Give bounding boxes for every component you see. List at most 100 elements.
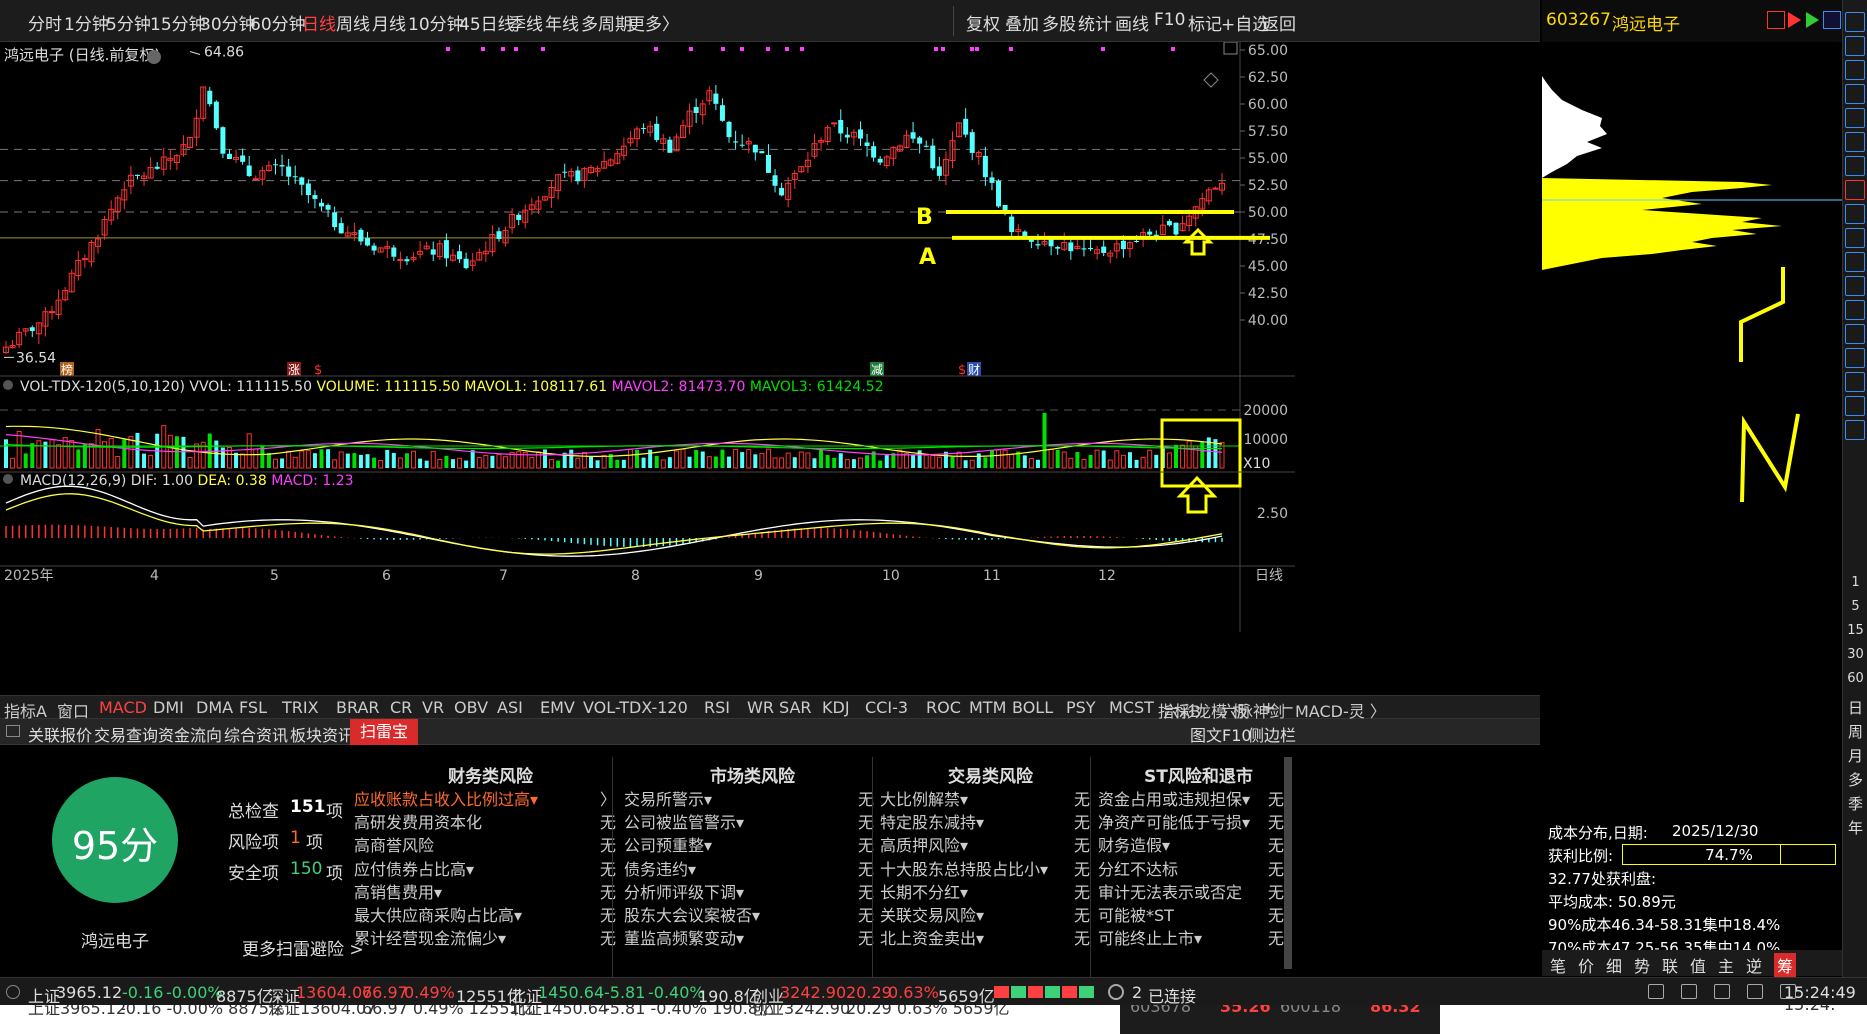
cost-tab-2[interactable]: 细: [1606, 953, 1622, 977]
period-9[interactable]: 10分钟: [408, 10, 464, 35]
f10-icon[interactable]: [1845, 204, 1865, 224]
period-3[interactable]: 15分钟: [150, 10, 206, 35]
toolbar-btn-0[interactable]: 复权: [966, 10, 1000, 35]
f10-tab[interactable]: 图文F10: [1190, 722, 1252, 746]
indicator-tab-19[interactable]: ROC: [926, 698, 961, 717]
vol-collapse-icon[interactable]: [3, 380, 13, 390]
indicator-tab-12[interactable]: EMV: [540, 698, 575, 717]
risk-scrollbar[interactable]: [1284, 757, 1292, 969]
indicator-tab-17[interactable]: KDJ: [822, 698, 850, 717]
risk-item[interactable]: 董监高频繁变动▾: [624, 925, 744, 949]
keyboard-icon[interactable]: [1648, 984, 1664, 999]
period-1[interactable]: 1分钟: [64, 10, 109, 35]
indicator-tab-15[interactable]: WR: [747, 698, 774, 717]
alarm-icon[interactable]: [1747, 984, 1763, 999]
bottom-tab-5[interactable]: 扫雷宝: [350, 719, 419, 745]
cost-tab-8[interactable]: 筹: [1774, 953, 1797, 977]
period-0[interactable]: 分时: [28, 10, 62, 35]
risk-item[interactable]: 审计无法表示或否定: [1098, 879, 1242, 903]
indicator-tab-23[interactable]: MCST: [1109, 698, 1154, 717]
cost-tab-0[interactable]: 笔: [1550, 953, 1566, 977]
bottom-tab-2[interactable]: 资金流向: [158, 722, 222, 746]
tag-jian[interactable]: 减: [871, 363, 883, 377]
kline-chart[interactable]: 鸿远电子 (日线.前复权) 65.0062.5060.0057.5055.0052…: [0, 42, 1540, 695]
bottom-tab-0[interactable]: 关联报价: [28, 722, 92, 746]
cost-tab-7[interactable]: 逆: [1746, 953, 1762, 977]
indicator-tab-7[interactable]: BRAR: [336, 698, 380, 717]
more-risk-link[interactable]: 更多扫雷避险 >: [242, 935, 364, 960]
indicator-tab-14[interactable]: RSI: [704, 698, 730, 717]
up-arrow-icon[interactable]: [1845, 12, 1865, 32]
toolbar-btn-3[interactable]: 统计: [1078, 10, 1112, 35]
tag-cai[interactable]: 财: [968, 363, 980, 377]
indicator-tab-6[interactable]: TRIX: [282, 698, 319, 717]
tag-zhang[interactable]: 涨: [288, 362, 300, 377]
risk-item[interactable]: 股东大会议案被否▾: [624, 902, 760, 926]
down-icon[interactable]: [1845, 60, 1865, 80]
risk-item[interactable]: 高商誉风险: [354, 832, 434, 856]
indicator-tab-3[interactable]: DMI: [153, 698, 184, 717]
risk-item[interactable]: 高研发费用资本化: [354, 809, 482, 833]
period-side-1[interactable]: 周: [1843, 721, 1867, 742]
toolbar-btn-4[interactable]: 画线: [1115, 10, 1149, 35]
move-icon[interactable]: [1845, 396, 1865, 416]
risk-item[interactable]: 高质押风险▾: [880, 832, 968, 856]
panel-toggle-icon[interactable]: [6, 725, 20, 737]
macd-collapse-icon[interactable]: [3, 474, 13, 484]
indicator-tab-8[interactable]: CR: [390, 698, 412, 717]
risk-item[interactable]: 关联交易风险▾: [880, 902, 984, 926]
period-side-2[interactable]: 月: [1843, 745, 1867, 766]
period-13[interactable]: 多周期: [581, 10, 632, 35]
risk-item[interactable]: 十大股东总持股占比小▾: [880, 856, 1048, 880]
line-chart-icon[interactable]: [1845, 132, 1865, 152]
indicator-tab-18[interactable]: CCI-3: [865, 698, 908, 717]
period-8[interactable]: 月线: [372, 10, 406, 35]
risk-item[interactable]: 净资产可能低于亏损▾: [1098, 809, 1250, 833]
toolbar-btn-1[interactable]: 叠加: [1005, 10, 1039, 35]
period-side-5[interactable]: 年: [1843, 817, 1867, 838]
toolbar-btn-8[interactable]: 返回: [1262, 10, 1296, 35]
bottom-tab-3[interactable]: 综合资讯: [224, 722, 288, 746]
candle-icon[interactable]: [1845, 156, 1865, 176]
period-12[interactable]: 年线: [545, 10, 579, 35]
indicator-tab-16[interactable]: SAR: [779, 698, 812, 717]
risk-item[interactable]: 最大供应商采购占比高▾: [354, 902, 522, 926]
circle-icon[interactable]: [1845, 300, 1865, 320]
indicator-tab-5[interactable]: FSL: [239, 698, 267, 717]
minute-btn-1[interactable]: 1: [1843, 575, 1867, 590]
period-4[interactable]: 30分钟: [200, 10, 256, 35]
risk-item[interactable]: 公司被监管警示▾: [624, 809, 744, 833]
risk-item[interactable]: 北上资金卖出▾: [880, 925, 984, 949]
indicator-tab-2[interactable]: MACD: [99, 698, 147, 717]
minute-btn-60[interactable]: 60: [1843, 671, 1867, 686]
period-11[interactable]: 季线: [509, 10, 543, 35]
risk-item[interactable]: 债务违约▾: [624, 856, 696, 880]
sidebar-tab[interactable]: 侧边栏: [1248, 722, 1296, 746]
cost-tab-1[interactable]: 价: [1578, 953, 1594, 977]
risk-item[interactable]: 公司预重整▾: [624, 832, 712, 856]
risk-item[interactable]: 应收账款占收入比例过高▾: [354, 786, 538, 810]
toolbar-btn-5[interactable]: F10: [1154, 10, 1185, 30]
minute-btn-5[interactable]: 5: [1843, 599, 1867, 614]
period-6[interactable]: 日线: [302, 10, 336, 35]
grid-icon[interactable]: [1845, 252, 1865, 272]
toolbar-btn-6[interactable]: 标记: [1188, 10, 1222, 35]
indicator-tab-10[interactable]: OBV: [454, 698, 488, 717]
period-2[interactable]: 5分钟: [106, 10, 151, 35]
indicator-tab-20[interactable]: MTM: [969, 698, 1006, 717]
risk-item[interactable]: 长期不分红▾: [880, 879, 968, 903]
bottom-tab-4[interactable]: 板块资讯: [290, 722, 354, 746]
pen-icon[interactable]: [1845, 420, 1865, 440]
indicator-tab-30[interactable]: −: [1281, 698, 1294, 717]
risk-item[interactable]: 分红不达标: [1098, 856, 1178, 880]
dollar-icon[interactable]: [1845, 372, 1865, 392]
indicator-tab-29[interactable]: +: [1262, 698, 1275, 717]
cost-tab-6[interactable]: 主: [1718, 953, 1734, 977]
bottom-tab-1[interactable]: 交易查询: [94, 722, 158, 746]
tag-bang[interactable]: 榜: [61, 362, 73, 377]
period-10[interactable]: 45日线: [459, 10, 515, 35]
risk-item[interactable]: 交易所警示▾: [624, 786, 712, 810]
risk-item[interactable]: 可能终止上市▾: [1098, 925, 1202, 949]
toolbar-btn-2[interactable]: 多股: [1042, 10, 1076, 35]
indicator-tab-11[interactable]: ASI: [497, 698, 523, 717]
